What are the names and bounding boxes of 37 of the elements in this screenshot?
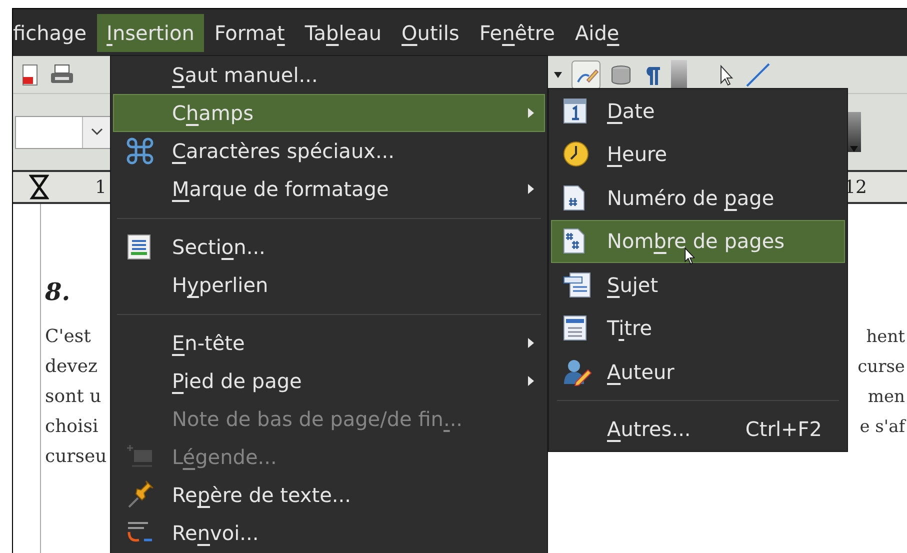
- menu-item[interactable]: Autres... Ctrl+F2: [551, 408, 845, 451]
- menu-item[interactable]: Heure: [551, 132, 845, 176]
- menu-item[interactable]: Repère de texte...: [113, 476, 545, 514]
- menu-bar-item[interactable]: Fenêtre: [469, 14, 565, 52]
- shortcut-label: Ctrl+F2: [745, 416, 822, 444]
- menu-item[interactable]: Marque de formatage: [113, 170, 545, 208]
- ruler-label: 1: [95, 176, 106, 200]
- menu-item[interactable]: En-tête: [113, 324, 545, 362]
- menu-item[interactable]: Hyperlien: [113, 266, 545, 304]
- menu-item[interactable]: Numéro de page: [551, 176, 845, 220]
- menu-item[interactable]: Section...: [113, 228, 545, 266]
- menu-bar-item[interactable]: Outils: [392, 14, 470, 52]
- body-text: curse: [858, 356, 905, 379]
- menu-bar-item[interactable]: fichage: [13, 14, 97, 52]
- menu-item[interactable]: Champs: [113, 94, 545, 132]
- section-heading: 8.: [45, 277, 70, 306]
- menu-item[interactable]: Titre: [551, 306, 845, 350]
- body-text: sont u: [45, 385, 102, 409]
- body-text: choisi: [45, 415, 100, 439]
- body-text: e s'af: [860, 416, 905, 439]
- menu-item[interactable]: Auteur: [551, 350, 845, 394]
- menu-item[interactable]: Caractères spéciaux...: [113, 132, 545, 170]
- body-text: devez: [45, 355, 98, 379]
- menu-item[interactable]: Date: [551, 89, 845, 132]
- menu-item[interactable]: Nombre de pages: [551, 220, 845, 263]
- menu-bar-item[interactable]: Format: [204, 14, 295, 52]
- body-text: men: [868, 386, 905, 409]
- body-text: curseu: [45, 445, 107, 469]
- menu-item[interactable]: Sujet: [551, 263, 845, 306]
- ruler-label: 12: [844, 176, 867, 200]
- menu-bar-item[interactable]: Tableau: [294, 14, 392, 52]
- menu-bar-item[interactable]: Insertion: [96, 14, 204, 52]
- menu-item[interactable]: Renvoi...: [113, 514, 545, 552]
- menu-item[interactable]: Pied de page: [113, 362, 545, 400]
- menu-bar-item[interactable]: Aide: [564, 14, 630, 52]
- body-text: hent: [866, 326, 905, 349]
- body-text: C'est: [45, 325, 92, 349]
